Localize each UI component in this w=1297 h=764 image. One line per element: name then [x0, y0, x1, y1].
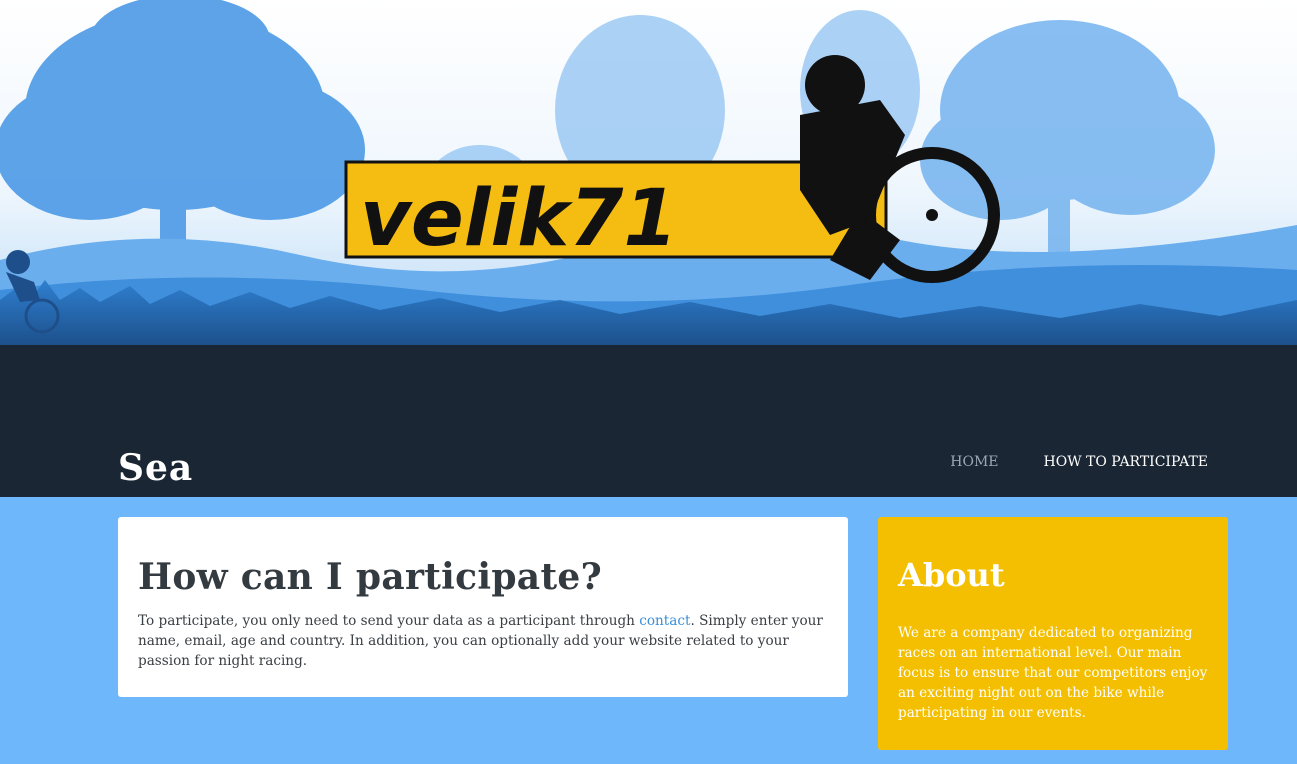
- nav-how-to-participate-link[interactable]: HOW TO PARTICIPATE: [1044, 453, 1208, 471]
- about-card: About We are a company dedicated to orga…: [878, 517, 1228, 750]
- site-title[interactable]: Sea: [118, 446, 193, 490]
- banner-illustration: velik71: [0, 0, 1297, 497]
- main-nav: HOME HOW TO PARTICIPATE: [950, 453, 1208, 471]
- about-text: We are a company dedicated to organizing…: [898, 625, 1208, 721]
- participate-text-before: To participate, you only need to send yo…: [138, 613, 640, 629]
- about-heading: About: [898, 556, 1005, 594]
- contact-link[interactable]: contact: [639, 613, 690, 629]
- header-banner: velik71 Sea HOME HOW TO PARTICIPATE: [0, 0, 1297, 497]
- nav-home-link[interactable]: HOME: [950, 453, 998, 471]
- participate-text: To participate, you only need to send yo…: [138, 611, 828, 671]
- participate-heading: How can I participate?: [138, 556, 602, 598]
- participate-card: How can I participate? To participate, y…: [118, 517, 848, 697]
- svg-text:velik71: velik71: [360, 174, 678, 264]
